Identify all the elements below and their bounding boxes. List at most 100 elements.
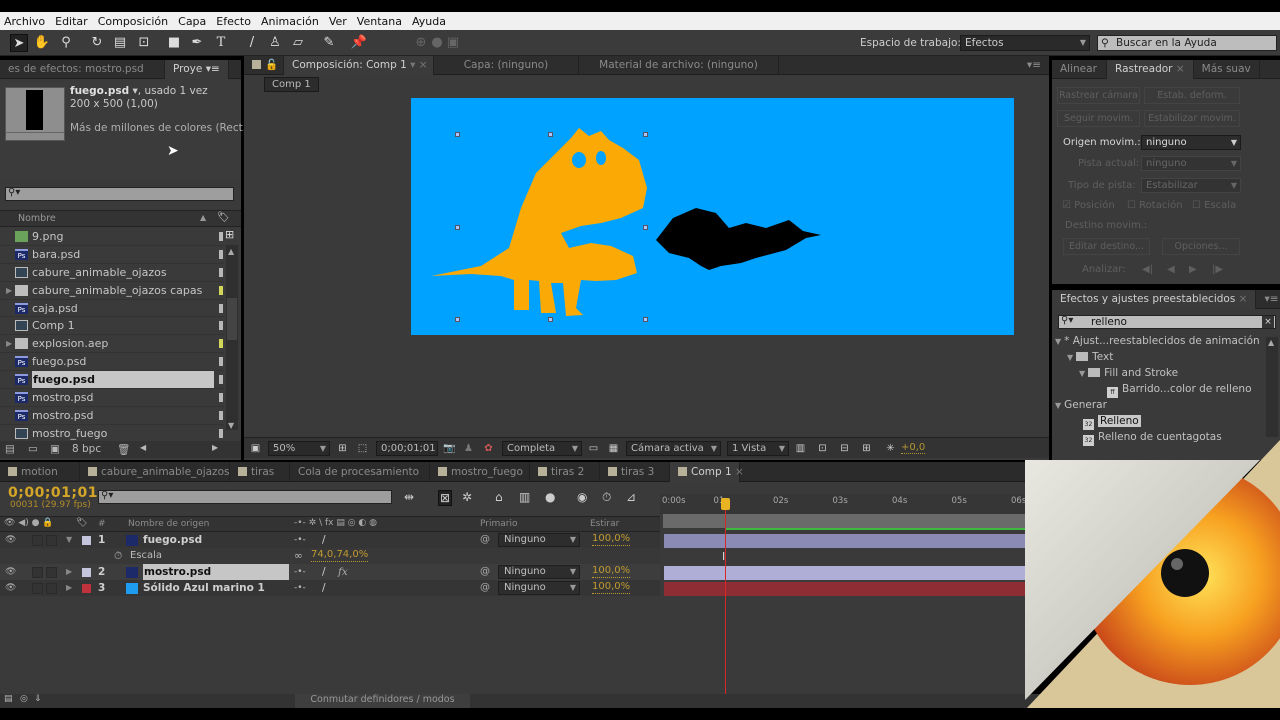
hide-shy-layers-icon[interactable]: ✲ (462, 490, 472, 504)
eye-icon[interactable]: 👁 (5, 580, 16, 596)
effects-tree-item[interactable]: ff Barrido...color de relleno (1055, 381, 1265, 398)
transform-handle[interactable] (548, 317, 553, 322)
composition-viewer[interactable] (411, 98, 1014, 335)
close-icon[interactable]: ▾ × (410, 59, 427, 71)
layer-row[interactable]: 👁 ▶ 2 mostro.psd -•- / fx @ Ninguno ▼ 100,0% (0, 564, 660, 580)
menu-ayuda[interactable]: Ayuda (408, 15, 450, 28)
lock-toggle[interactable] (46, 535, 57, 546)
close-icon[interactable]: × (735, 466, 744, 478)
pickwhip-icon[interactable]: @ (480, 564, 490, 580)
layer-name[interactable]: Sólido Azul marino 1 (143, 580, 265, 596)
project-scrollbar[interactable]: ▲ ▼ (226, 245, 238, 430)
pickwhip-icon[interactable]: @ (480, 532, 490, 548)
stretch-value[interactable]: 100,0% (592, 580, 631, 594)
effects-search-input[interactable]: ⚲▾ relleno × (1058, 315, 1276, 329)
layer-switches-icon[interactable]: ▤ (4, 694, 13, 704)
eraser-tool-icon[interactable]: ▱ (289, 34, 307, 52)
auto-keyframe-icon[interactable]: ◉ (577, 490, 587, 504)
show-snapshot-icon[interactable]: ♟ (462, 442, 475, 455)
comp-breadcrumb[interactable]: Comp 1 (264, 77, 319, 92)
transform-handle[interactable] (643, 132, 648, 137)
fx-switch-icon[interactable]: fx (338, 564, 348, 580)
expand-arrow-icon[interactable]: ▶ (66, 580, 72, 596)
property-value[interactable]: 74,0,74,0% (311, 548, 369, 562)
label-tag-icon[interactable]: 🏷 (76, 518, 87, 528)
scroll-left-icon[interactable]: ◀ (140, 443, 146, 452)
channel-icon[interactable]: ✿ (482, 442, 495, 455)
timeline-tab[interactable]: tiras 3 (600, 462, 670, 482)
warp-stabilizer-button[interactable]: Estab. deform. (1144, 87, 1240, 104)
resolution-select[interactable]: Completa ▼ (502, 441, 582, 456)
transparency-grid-icon[interactable]: ▦ (607, 442, 620, 455)
help-search-input[interactable]: ⚲ Buscar en la Ayuda (1097, 35, 1277, 51)
project-item[interactable]: Ps bara.psd (0, 246, 224, 264)
time-ruler[interactable]: 0:00s01s02s03s04s05s06s (660, 494, 1026, 514)
transfer-controls-icon[interactable]: ◎ (20, 694, 28, 704)
project-search-input[interactable]: ⚲▾ (5, 187, 234, 201)
current-time-field[interactable]: 0;00;01;01 (376, 441, 438, 456)
effects-tree-item[interactable]: ▼ * Ajust...reestablecidos de animación (1055, 333, 1265, 349)
layer-bar-solido[interactable] (664, 582, 1025, 596)
project-item[interactable]: cabure_animable_ojazos (0, 264, 224, 282)
fast-previews-icon[interactable]: ▭ (587, 442, 600, 455)
lock-toggle[interactable] (46, 567, 57, 578)
menu-composicion[interactable]: Composición (94, 15, 172, 28)
rotate-tool-icon[interactable]: ↻ (88, 34, 106, 52)
label-color-swatch[interactable] (219, 357, 223, 367)
timeline-current-time[interactable]: 0;00;01;01 (8, 485, 98, 501)
expand-arrow-icon[interactable]: ▶ (6, 335, 12, 352)
scroll-down-icon[interactable]: ▼ (228, 421, 234, 430)
pan-behind-tool-icon[interactable]: ⊡ (135, 34, 153, 52)
toggle-switches-modes-button[interactable]: Conmutar definidores / modos (295, 694, 470, 708)
parent-select[interactable]: Ninguno ▼ (498, 565, 580, 579)
quality-switch-icon[interactable]: / (322, 532, 326, 548)
eye-icon[interactable]: 👁 (5, 532, 16, 548)
label-color-swatch[interactable] (219, 428, 223, 438)
playhead-handle[interactable] (721, 498, 730, 510)
label-color-swatch[interactable] (82, 584, 91, 593)
tab-effects-presets[interactable]: Efectos y ajustes preestablecidos × (1052, 289, 1257, 309)
lock-toggle[interactable] (46, 583, 57, 594)
panel-menu-icon[interactable]: ▾≡ (1256, 290, 1280, 309)
effects-tree-item[interactable]: 32 Relleno (1055, 413, 1265, 430)
project-item[interactable]: Ps mostro.psd (0, 389, 224, 407)
roto-brush-tool-icon[interactable]: ✎ (320, 34, 338, 52)
expand-arrow-icon[interactable]: ▼ (1055, 401, 1061, 410)
expand-arrow-icon[interactable]: ▶ (66, 564, 72, 580)
project-item[interactable]: ▶ explosion.aep (0, 335, 224, 354)
stretch-value[interactable]: 100,0% (592, 532, 631, 546)
effects-scrollbar[interactable]: ▲ (1266, 337, 1278, 437)
menu-editar[interactable]: Editar (51, 15, 92, 28)
bit-depth-button[interactable]: 8 bpc (72, 443, 101, 455)
tab-align[interactable]: Alinear (1052, 59, 1107, 79)
view-layout-select[interactable]: 1 Vista ▼ (727, 441, 789, 456)
column-source-name[interactable]: Nombre de origen (128, 519, 209, 529)
label-color-swatch[interactable] (82, 568, 91, 577)
layer-row[interactable]: 👁 ▶ 3 Sólido Azul marino 1 -•- / @ Ninguno ▼ 100,… (0, 580, 660, 596)
column-name[interactable]: Nombre (18, 213, 56, 224)
layer-name[interactable]: mostro.psd (143, 564, 289, 580)
playhead-line[interactable] (725, 498, 726, 694)
transform-handle[interactable] (643, 317, 648, 322)
column-stretch[interactable]: Estirar (590, 519, 619, 529)
solo-toggle[interactable] (32, 583, 43, 594)
expand-arrow-icon[interactable]: ▶ (6, 282, 12, 299)
scroll-right-icon[interactable]: ▶ (212, 443, 218, 452)
timeline-tab[interactable]: motion (0, 462, 80, 482)
new-comp-icon[interactable]: ▣ (50, 443, 60, 455)
flowchart-icon[interactable]: ⊞ (860, 442, 873, 455)
snapshot-icon[interactable]: 📷 (443, 442, 456, 455)
layer-row[interactable]: 👁 ▼ 1 fuego.psd -•- / @ Ninguno ▼ 100,0% (0, 532, 660, 548)
close-icon[interactable]: × (1176, 63, 1185, 75)
flowchart-icon[interactable]: ⊞ (225, 228, 239, 244)
label-color-swatch[interactable] (219, 249, 223, 259)
transform-handle[interactable] (643, 225, 648, 230)
clear-search-icon[interactable]: × (1262, 316, 1274, 328)
puppet-pin-tool-icon[interactable]: 📌 (350, 34, 368, 52)
tab-effect-controls[interactable]: es de efectos: mostro.psd (0, 59, 165, 79)
quality-switch-icon[interactable]: / (322, 580, 326, 596)
motion-source-select[interactable]: ninguno ▼ (1141, 135, 1241, 150)
clone-stamp-tool-icon[interactable]: ♙ (266, 34, 284, 52)
sort-ascending-icon[interactable]: ▲ (200, 213, 206, 222)
tab-tracker[interactable]: Rastreador × (1107, 59, 1194, 79)
